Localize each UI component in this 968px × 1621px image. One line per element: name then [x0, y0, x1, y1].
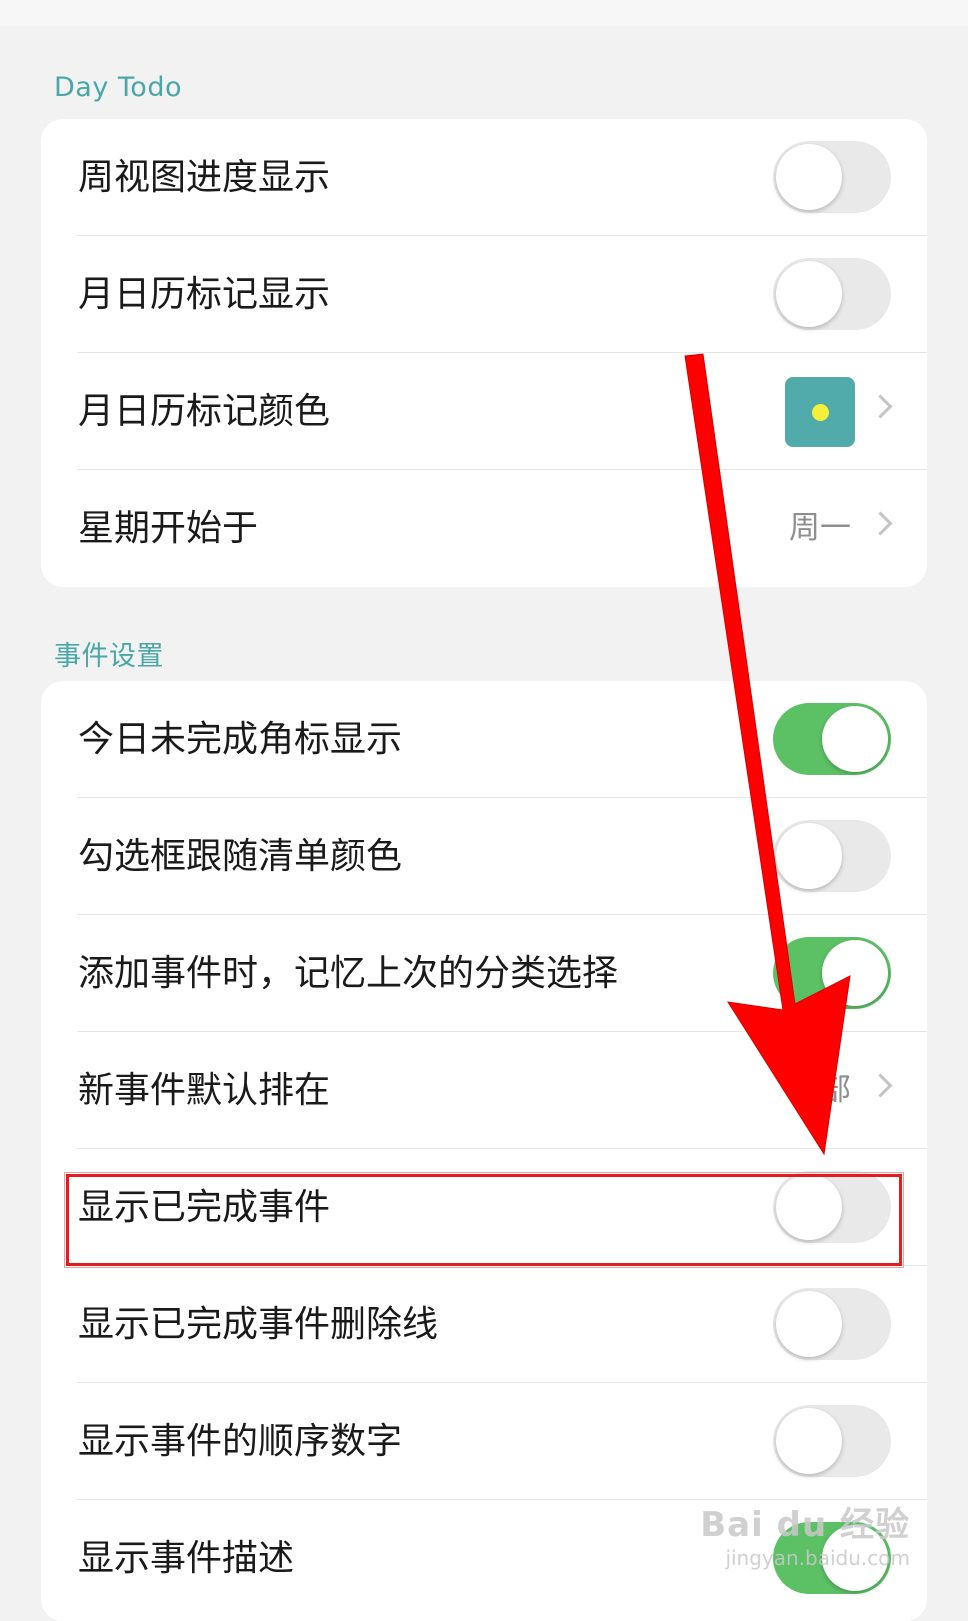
row-label: 新事件默认排在 — [78, 1070, 331, 1111]
row-label: 添加事件时，记忆上次的分类选择 — [78, 953, 619, 994]
month-marker-toggle[interactable] — [773, 258, 891, 330]
card-event-settings: 今日未完成角标显示 勾选框跟随清单颜色 添加事件时，记忆上次的分类选择 新事件默… — [41, 681, 927, 1621]
toggle-knob — [776, 144, 842, 210]
row-remember-category[interactable]: 添加事件时，记忆上次的分类选择 — [41, 915, 927, 1032]
toggle-knob — [776, 823, 842, 889]
new-event-position-value: 底部 — [789, 1072, 851, 1108]
row-order-number[interactable]: 显示事件的顺序数字 — [41, 1383, 927, 1500]
row-label: 星期开始于 — [78, 508, 259, 549]
row-strikethrough[interactable]: 显示已完成事件删除线 — [41, 1266, 927, 1383]
watermark-url: jingyan.baidu.com — [725, 1546, 910, 1570]
card-day-todo: 周视图进度显示 月日历标记显示 月日历标记颜色 星期开始于 周一 — [41, 119, 927, 587]
toggle-knob — [822, 706, 888, 772]
row-new-event-position[interactable]: 新事件默认排在 底部 — [41, 1032, 927, 1149]
color-swatch — [785, 377, 855, 447]
order-number-toggle[interactable] — [773, 1405, 891, 1477]
row-label: 勾选框跟随清单颜色 — [78, 836, 403, 877]
chevron-right-icon — [868, 394, 893, 419]
row-label: 今日未完成角标显示 — [78, 719, 403, 760]
toggle-knob — [776, 1291, 842, 1357]
top-strip — [0, 0, 968, 26]
section-header-event-settings: 事件设置 — [54, 641, 164, 672]
checkbox-color-toggle[interactable] — [773, 820, 891, 892]
row-checkbox-color[interactable]: 勾选框跟随清单颜色 — [41, 798, 927, 915]
week-progress-toggle[interactable] — [773, 141, 891, 213]
row-label: 周视图进度显示 — [78, 157, 331, 198]
week-start-value: 周一 — [789, 510, 851, 546]
row-month-marker[interactable]: 月日历标记显示 — [41, 236, 927, 353]
row-label: 月日历标记显示 — [78, 274, 331, 315]
toggle-knob — [776, 261, 842, 327]
row-week-progress[interactable]: 周视图进度显示 — [41, 119, 927, 236]
row-label: 月日历标记颜色 — [78, 391, 331, 432]
row-label: 显示事件描述 — [78, 1538, 295, 1579]
badge-display-toggle[interactable] — [773, 703, 891, 775]
annotation-highlight-box — [64, 1172, 904, 1268]
toggle-knob — [822, 940, 888, 1006]
chevron-right-icon — [868, 511, 893, 536]
section-header-day-todo: Day Todo — [54, 72, 182, 103]
row-marker-color[interactable]: 月日历标记颜色 — [41, 353, 927, 470]
watermark-logo: Bai du 经验 — [700, 1505, 910, 1545]
row-label: 显示事件的顺序数字 — [78, 1421, 403, 1462]
toggle-knob — [776, 1408, 842, 1474]
row-week-start[interactable]: 星期开始于 周一 — [41, 470, 927, 587]
watermark: Bai du 经验 jingyan.baidu.com — [700, 1497, 910, 1570]
row-label: 显示已完成事件删除线 — [78, 1304, 439, 1345]
swatch-dot — [812, 404, 829, 421]
chevron-right-icon — [868, 1073, 893, 1098]
remember-category-toggle[interactable] — [773, 937, 891, 1009]
strikethrough-toggle[interactable] — [773, 1288, 891, 1360]
row-badge-display[interactable]: 今日未完成角标显示 — [41, 681, 927, 798]
